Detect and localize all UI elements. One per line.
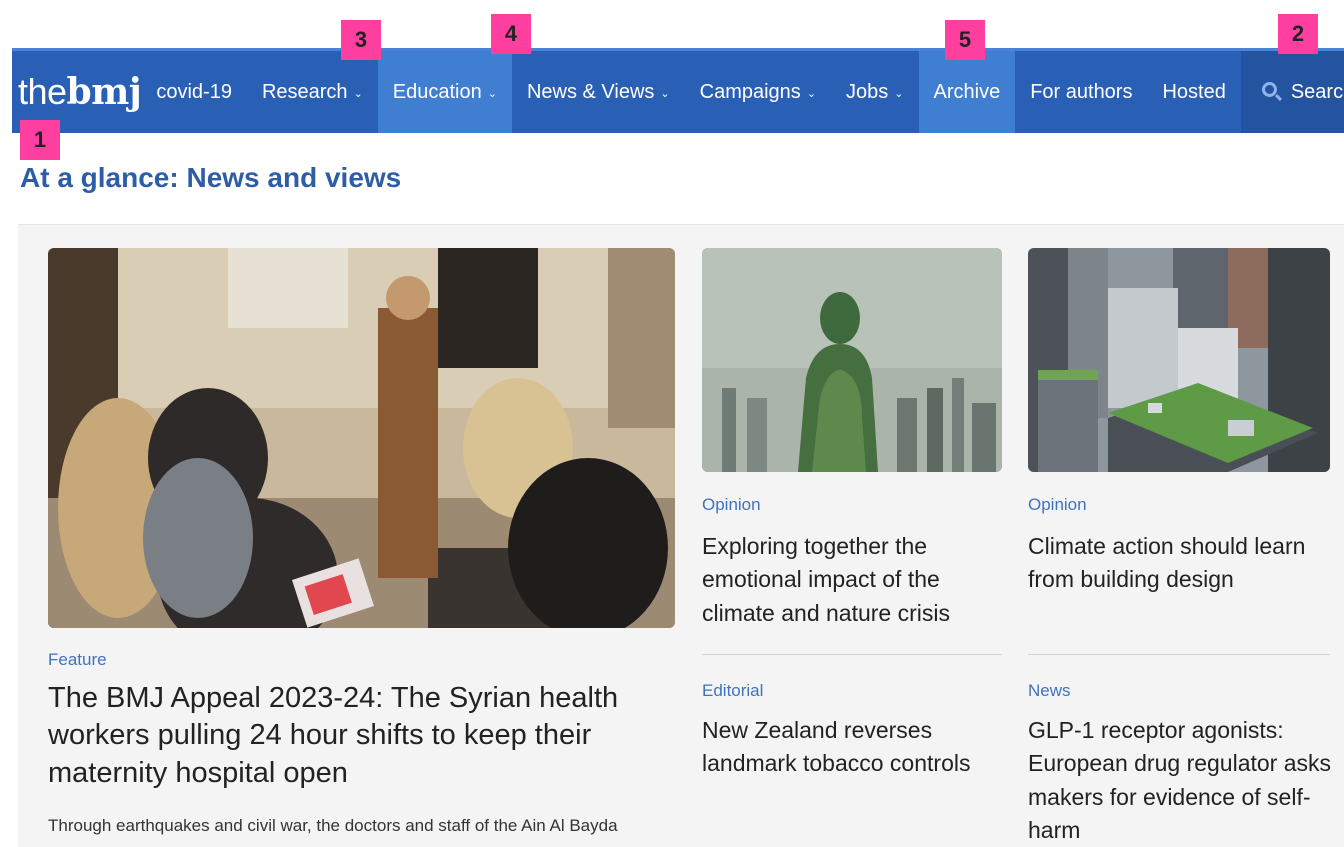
logo-thin-text: the <box>18 71 67 112</box>
nav-covid-label: covid-19 <box>156 80 232 103</box>
feature-headline[interactable]: The BMJ Appeal 2023-24: The Syrian healt… <box>48 680 668 792</box>
card-kicker[interactable]: Opinion <box>702 495 761 515</box>
nav-archive[interactable]: Archive <box>918 51 1016 133</box>
nav-jobs-label: Jobs <box>846 80 889 103</box>
nav-research-label: Research <box>261 80 348 103</box>
nav-campaigns[interactable]: Campaigns ⌄ <box>685 51 831 133</box>
section-heading-prefix: At a glance: <box>20 162 187 193</box>
feature-kicker[interactable]: Feature <box>48 650 107 670</box>
card-headline[interactable]: Exploring together the emotional impact … <box>702 530 987 630</box>
card-divider <box>702 654 1002 655</box>
nav-campaigns-label: Campaigns <box>699 80 801 103</box>
main-navbar: the bmj covid-19 Research ⌄ Education ⌄ New… <box>12 51 1344 133</box>
chevron-down-icon: ⌄ <box>894 87 904 100</box>
card-divider <box>1028 654 1330 655</box>
nav-covid-19[interactable]: covid-19 <box>141 51 247 133</box>
marker-3: 3 <box>341 20 381 60</box>
chevron-down-icon: ⌄ <box>806 87 817 100</box>
logo-bold-text: bmj <box>66 71 142 113</box>
card-kicker[interactable]: News <box>1028 681 1071 701</box>
nav-news-views[interactable]: News & Views ⌄ <box>512 51 685 133</box>
nav-news-views-label: News & Views <box>526 80 655 103</box>
nav-for-authors-label: For authors <box>1030 80 1133 103</box>
nav-education[interactable]: Education ⌄ <box>377 51 512 133</box>
nav-jobs[interactable]: Jobs ⌄ <box>831 51 918 133</box>
top-strip <box>0 0 1344 48</box>
opinion-building-image[interactable] <box>1028 248 1330 472</box>
nav-hosted[interactable]: Hosted <box>1147 51 1240 133</box>
opinion-climate-image[interactable] <box>702 248 1002 472</box>
card-kicker[interactable]: Opinion <box>1028 495 1087 515</box>
marker-1: 1 <box>20 120 60 160</box>
marker-4: 4 <box>491 14 531 54</box>
card-headline[interactable]: New Zealand reverses landmark tobacco co… <box>702 714 997 781</box>
feature-standfirst: Through earthquakes and civil war, the d… <box>48 816 618 835</box>
search-label: Search <box>1290 80 1344 103</box>
nav-hosted-label: Hosted <box>1162 80 1226 103</box>
marker-2: 2 <box>1278 14 1318 54</box>
card-headline[interactable]: GLP-1 receptor agonists: European drug r… <box>1028 714 1333 847</box>
marker-5: 5 <box>945 20 985 60</box>
chevron-down-icon: ⌄ <box>353 87 363 100</box>
card-headline[interactable]: Climate action should learn from buildin… <box>1028 530 1328 597</box>
chevron-down-icon: ⌄ <box>660 87 670 100</box>
chevron-down-icon: ⌄ <box>487 87 497 100</box>
section-heading: At a glance: News and views <box>20 162 401 194</box>
search-icon <box>1261 81 1283 103</box>
nav-research[interactable]: Research ⌄ <box>247 51 378 133</box>
nav-education-label: Education <box>392 80 482 103</box>
nav-for-authors[interactable]: For authors <box>1015 51 1147 133</box>
search-button[interactable]: Search <box>1240 51 1344 133</box>
nav-archive-label: Archive <box>933 80 1001 103</box>
card-kicker[interactable]: Editorial <box>702 681 763 701</box>
section-heading-title: News and views <box>186 162 402 193</box>
feature-image[interactable] <box>48 248 675 628</box>
